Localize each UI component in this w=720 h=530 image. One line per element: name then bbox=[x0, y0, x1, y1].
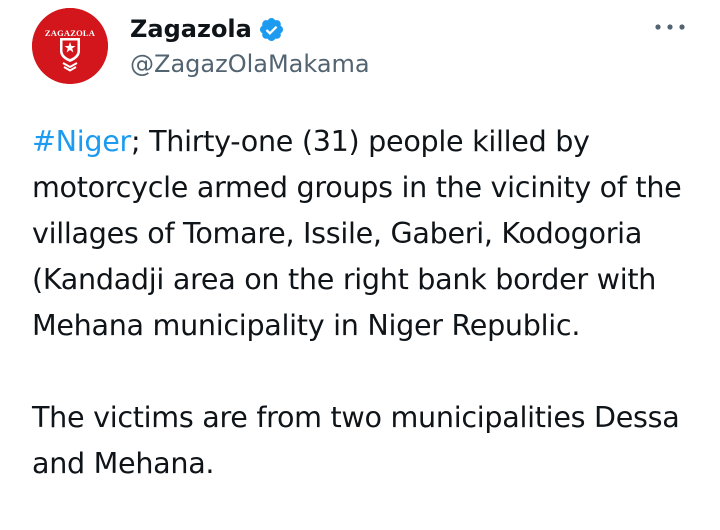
avatar-label: ZAGAZOLA bbox=[44, 28, 96, 38]
hashtag-link[interactable]: #Niger bbox=[32, 124, 131, 158]
avatar-logo-icon bbox=[32, 8, 108, 84]
author-name-row: Zagazola bbox=[130, 12, 285, 46]
tweet-paragraph-1: #Niger; Thirty-one (31) people killed by… bbox=[32, 118, 692, 348]
tweet-paragraph-2: The victims are from two municipalities … bbox=[32, 400, 680, 480]
author-display-name[interactable]: Zagazola bbox=[130, 12, 252, 46]
avatar[interactable]: ZAGAZOLA bbox=[32, 8, 108, 84]
tweet-text: #Niger; Thirty-one (31) people killed by… bbox=[32, 118, 692, 486]
tweet-card[interactable]: ZAGAZOLA Zagazola @ZagazOlaMakama #Niger… bbox=[0, 0, 720, 530]
more-horizontal-icon bbox=[655, 24, 685, 30]
more-options-button[interactable] bbox=[650, 14, 690, 40]
verified-badge-icon bbox=[258, 16, 285, 43]
author-handle[interactable]: @ZagazOlaMakama bbox=[130, 49, 370, 79]
